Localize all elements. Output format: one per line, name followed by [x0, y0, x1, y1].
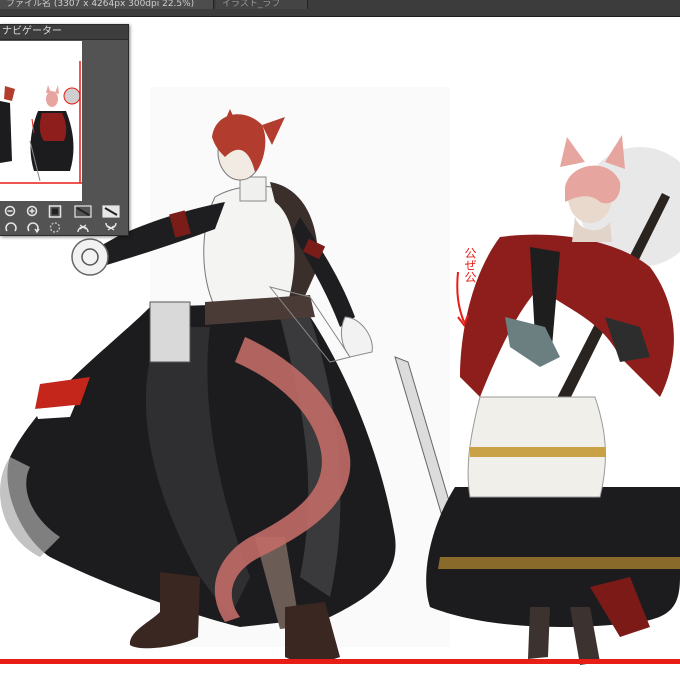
- navigator-titlebar[interactable]: ナビゲーター: [0, 25, 128, 40]
- flip-horizontal-button[interactable]: [72, 221, 94, 234]
- handwritten-annotation: 公ぜ公: [448, 247, 508, 337]
- zoom-out-button[interactable]: [0, 205, 22, 218]
- navigator-preview[interactable]: [0, 41, 82, 201]
- document-tab-bar: ファイル名 (3307 x 4264px 300dpi 22.5%) イラスト_…: [0, 0, 680, 17]
- fit-to-window-button[interactable]: [100, 205, 122, 218]
- rotate-right-icon: [27, 222, 40, 234]
- actual-pixels-button[interactable]: [44, 205, 66, 218]
- zoom-in-button[interactable]: [22, 205, 44, 218]
- square-icon: [48, 205, 62, 218]
- rotate-left-button[interactable]: [0, 221, 22, 234]
- fit-window-icon: [102, 205, 120, 218]
- reset-rotation-icon: [49, 222, 61, 233]
- zoom-out-icon: [4, 205, 16, 217]
- navigator-panel[interactable]: ナビゲーター: [0, 24, 129, 236]
- navigator-thumbnail: [0, 41, 82, 201]
- canvas-bottom-boundary-line: [0, 659, 680, 664]
- flip-vertical-icon: [105, 222, 117, 231]
- navigator-toolbar: [0, 205, 128, 235]
- rotate-left-icon: [5, 222, 17, 232]
- flip-horizontal-icon: [77, 224, 89, 233]
- document-tab-active[interactable]: ファイル名 (3307 x 4264px 300dpi 22.5%): [0, 0, 214, 9]
- annotation-text: 公ぜ公: [463, 247, 477, 283]
- navigator-title: ナビゲーター: [2, 26, 62, 37]
- document-tab-inactive[interactable]: イラスト_ラフ: [216, 0, 308, 9]
- flip-vertical-button[interactable]: [100, 221, 122, 234]
- fit-to-screen-button[interactable]: [72, 205, 94, 218]
- fit-icon: [74, 205, 92, 218]
- rotate-right-button[interactable]: [22, 221, 44, 234]
- zoom-in-icon: [26, 205, 38, 217]
- reset-rotation-button[interactable]: [44, 221, 66, 234]
